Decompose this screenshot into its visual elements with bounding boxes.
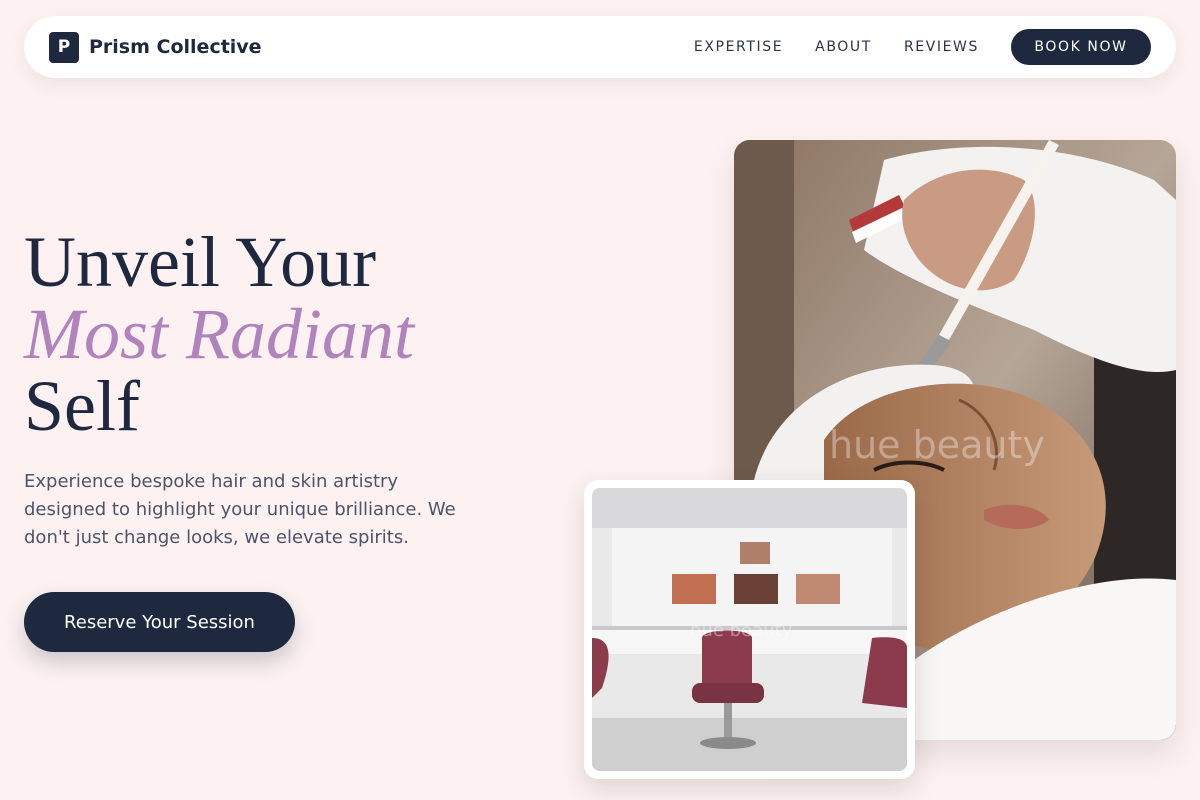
salon-interior-photo: hue beauty	[592, 488, 907, 771]
salon-photo-card: hue beauty	[584, 480, 915, 779]
nav-link-expertise[interactable]: EXPERTISE	[694, 39, 783, 55]
brand-name[interactable]: Prism Collective	[89, 36, 262, 58]
reserve-session-button[interactable]: Reserve Your Session	[24, 592, 295, 652]
top-navbar: P Prism Collective EXPERTISE ABOUT REVIE…	[24, 16, 1176, 78]
nav-link-reviews[interactable]: REVIEWS	[904, 39, 979, 55]
headline-accent: Most Radiant	[24, 294, 414, 374]
main-photo-watermark: hue beauty	[829, 423, 1045, 467]
logo-icon[interactable]: P	[49, 31, 79, 63]
hero-headline: Unveil Your Most Radiant Self	[24, 226, 414, 442]
nav-link-about[interactable]: ABOUT	[815, 39, 872, 55]
nav-links: EXPERTISE ABOUT REVIEWS BOOK NOW	[662, 29, 1151, 65]
headline-line-2: Self	[24, 366, 140, 446]
small-photo-watermark: hue beauty	[690, 620, 793, 641]
headline-line-1: Unveil Your	[24, 222, 377, 302]
hero-description: Experience bespoke hair and skin artistr…	[24, 471, 456, 548]
book-now-button[interactable]: BOOK NOW	[1011, 29, 1151, 65]
